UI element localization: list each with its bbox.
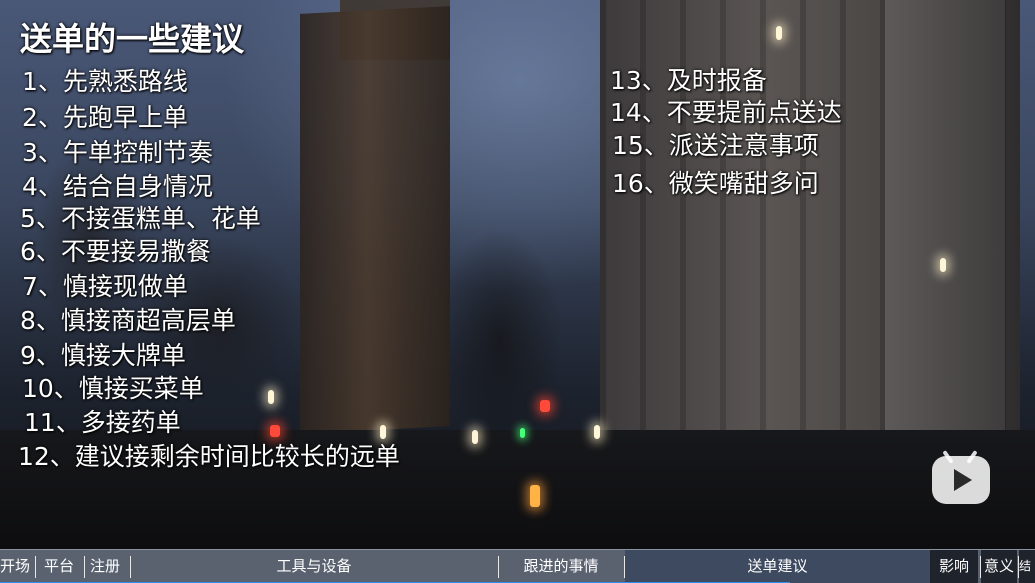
chapter-item[interactable]: 意义 (981, 550, 1017, 583)
car-taillight (530, 485, 540, 507)
street-light (472, 430, 478, 444)
tip-item: 16、微笑嘴甜多问 (612, 169, 819, 198)
tip-item: 14、不要提前点送达 (610, 98, 842, 127)
tip-item: 6、不要接易撒餐 (20, 237, 211, 266)
tip-item: 3、午单控制节奏 (22, 138, 213, 167)
left-building (300, 6, 450, 434)
tip-item: 2、先跑早上单 (22, 103, 188, 132)
right-building-edge (885, 0, 1005, 470)
tip-item: 13、及时报备 (610, 66, 767, 95)
tip-item: 10、慎接买菜单 (22, 374, 204, 403)
tip-item: 12、建议接剩余时间比较长的远单 (18, 442, 400, 471)
chapter-item[interactable]: 跟进的事情 (499, 550, 623, 583)
tip-item: 8、慎接商超高层单 (20, 306, 236, 335)
chapter-item[interactable]: 结 (1019, 550, 1035, 583)
overlay-title: 送单的一些建议 (20, 20, 245, 58)
chapter-bar[interactable]: 开场 平台 注册 工具与设备 跟进的事情 送单建议 影响 意义 结 (0, 549, 1035, 583)
chapter-item[interactable]: 平台 (44, 550, 84, 583)
street-light (776, 26, 782, 40)
tip-item: 11、多接药单 (24, 408, 181, 437)
chapter-item[interactable]: 影响 (930, 550, 978, 583)
tip-item: 1、先熟悉路线 (22, 67, 188, 96)
bilibili-tv-icon (928, 450, 992, 510)
traffic-light-green (520, 428, 525, 438)
tip-item: 7、慎接现做单 (22, 272, 188, 301)
street-light (268, 390, 274, 404)
chapter-item[interactable]: 工具与设备 (131, 550, 497, 583)
play-icon (954, 469, 972, 491)
tip-item: 5、不接蛋糕单、花单 (20, 204, 261, 233)
chapter-separator (35, 556, 36, 578)
chapter-item[interactable]: 注册 (90, 550, 128, 583)
chapter-item-active[interactable]: 送单建议 (625, 550, 930, 583)
car-taillight (270, 425, 280, 437)
tip-item: 9、慎接大牌单 (20, 341, 186, 370)
chapter-separator (84, 556, 85, 578)
video-frame[interactable]: 送单的一些建议 1、先熟悉路线 2、先跑早上单 3、午单控制节奏 4、结合自身情… (0, 0, 1035, 583)
chapter-item[interactable]: 开场 (0, 550, 34, 583)
traffic-light-red (540, 400, 550, 412)
street-light (594, 425, 600, 439)
street-light (940, 258, 946, 272)
tip-item: 4、结合自身情况 (22, 172, 213, 201)
tip-item: 15、派送注意事项 (612, 131, 819, 160)
